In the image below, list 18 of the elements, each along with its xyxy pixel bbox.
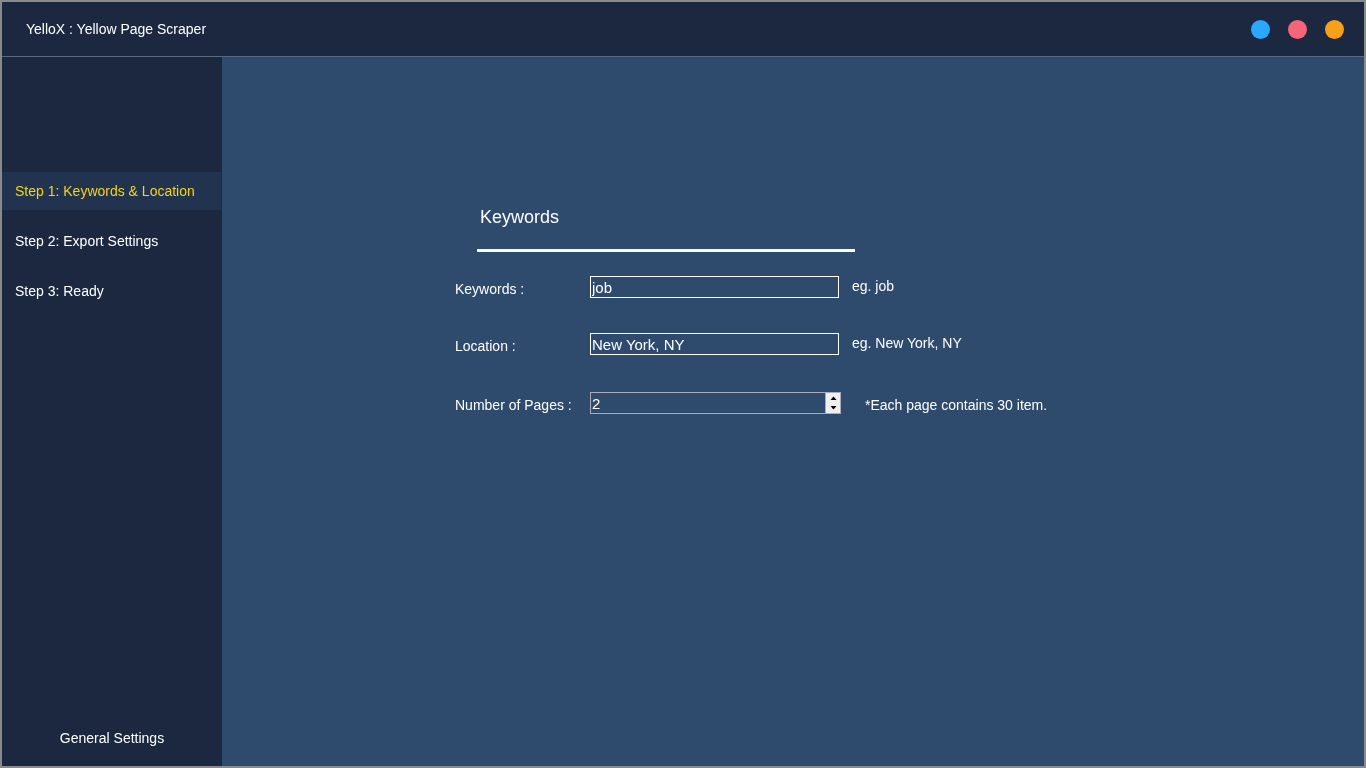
window-control-button[interactable]	[1325, 19, 1344, 39]
field-label: Keywords :	[455, 280, 526, 297]
field-label: Number of Pages :	[455, 396, 573, 413]
window-control-button[interactable]	[1288, 19, 1307, 39]
number-field[interactable]: 2	[590, 392, 825, 414]
section-heading: Keywords	[480, 207, 560, 228]
sidebar-item[interactable]: Step 3: Ready	[2, 272, 221, 310]
sidebar-item[interactable]: Step 2: Export Settings	[2, 222, 221, 260]
sidebar-item[interactable]: Step 1: Keywords & Location	[2, 172, 221, 210]
text-field[interactable]: New York, NY	[590, 333, 839, 355]
window-control-button[interactable]	[1251, 19, 1270, 39]
field-label: Location :	[455, 337, 517, 354]
text-field[interactable]: job	[590, 276, 839, 298]
hint-text: *Each page contains 30 item.	[865, 397, 1048, 413]
general-settings-link[interactable]: General Settings	[59, 730, 165, 766]
hint-text: eg. New York, NY	[852, 335, 962, 351]
hint-text: eg. job	[852, 278, 895, 294]
window-title: YelloX : Yellow Page Scraper	[26, 21, 208, 37]
